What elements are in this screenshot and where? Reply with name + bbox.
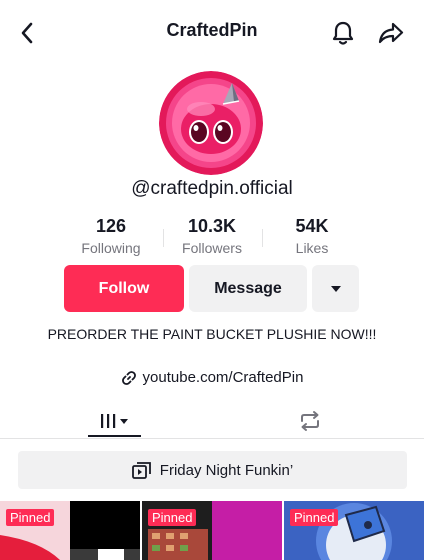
followers-count: 10.3K (187, 216, 237, 236)
share-button[interactable] (375, 19, 407, 47)
grid-bars-icon (100, 414, 128, 428)
likes-label: Likes (295, 240, 329, 256)
active-tab-indicator (88, 435, 141, 437)
profile-bio: PREORDER THE PAINT BUCKET PLUSHIE NOW!!! (47, 326, 377, 342)
video-thumbnail[interactable]: Pinned (0, 501, 140, 560)
tab-divider (0, 438, 424, 439)
playlist-label: Friday Night Funkin’ (159, 461, 294, 479)
profile-link[interactable]: youtube.com/CraftedPin (0, 369, 424, 386)
follow-button[interactable]: Follow (64, 265, 184, 312)
stat-following[interactable]: 126 Following (56, 216, 166, 256)
pinned-badge: Pinned (290, 509, 339, 526)
followers-label: Followers (182, 240, 242, 256)
tab-videos[interactable] (88, 404, 141, 438)
message-button[interactable]: Message (189, 265, 307, 312)
playlist-icon (131, 462, 151, 479)
page-title: CraftedPin (166, 20, 258, 40)
avatar-mascot-image (159, 71, 263, 175)
pinned-badge: Pinned (148, 509, 197, 526)
likes-count: 54K (295, 216, 329, 236)
playlist-button[interactable]: Friday Night Funkin’ (18, 451, 407, 489)
link-icon (121, 370, 136, 385)
avatar[interactable] (159, 71, 263, 175)
stat-likes[interactable]: 54K Likes (257, 216, 367, 256)
notifications-button[interactable] (329, 18, 357, 48)
stat-followers[interactable]: 10.3K Followers (157, 216, 267, 256)
repost-icon (300, 411, 319, 431)
video-thumbnail[interactable]: Pinned (284, 501, 424, 560)
caret-down-icon (330, 285, 341, 292)
tab-reposts[interactable] (283, 404, 336, 438)
profile-link-text: youtube.com/CraftedPin (142, 369, 304, 386)
pinned-badge: Pinned (6, 509, 55, 526)
bell-icon (332, 21, 354, 45)
profile-handle: @craftedpin.official (131, 178, 293, 199)
more-options-button[interactable] (312, 265, 359, 312)
following-label: Following (81, 240, 141, 256)
following-count: 126 (95, 216, 127, 236)
share-arrow-icon (378, 22, 404, 44)
video-thumbnail[interactable]: Pinned (142, 501, 282, 560)
